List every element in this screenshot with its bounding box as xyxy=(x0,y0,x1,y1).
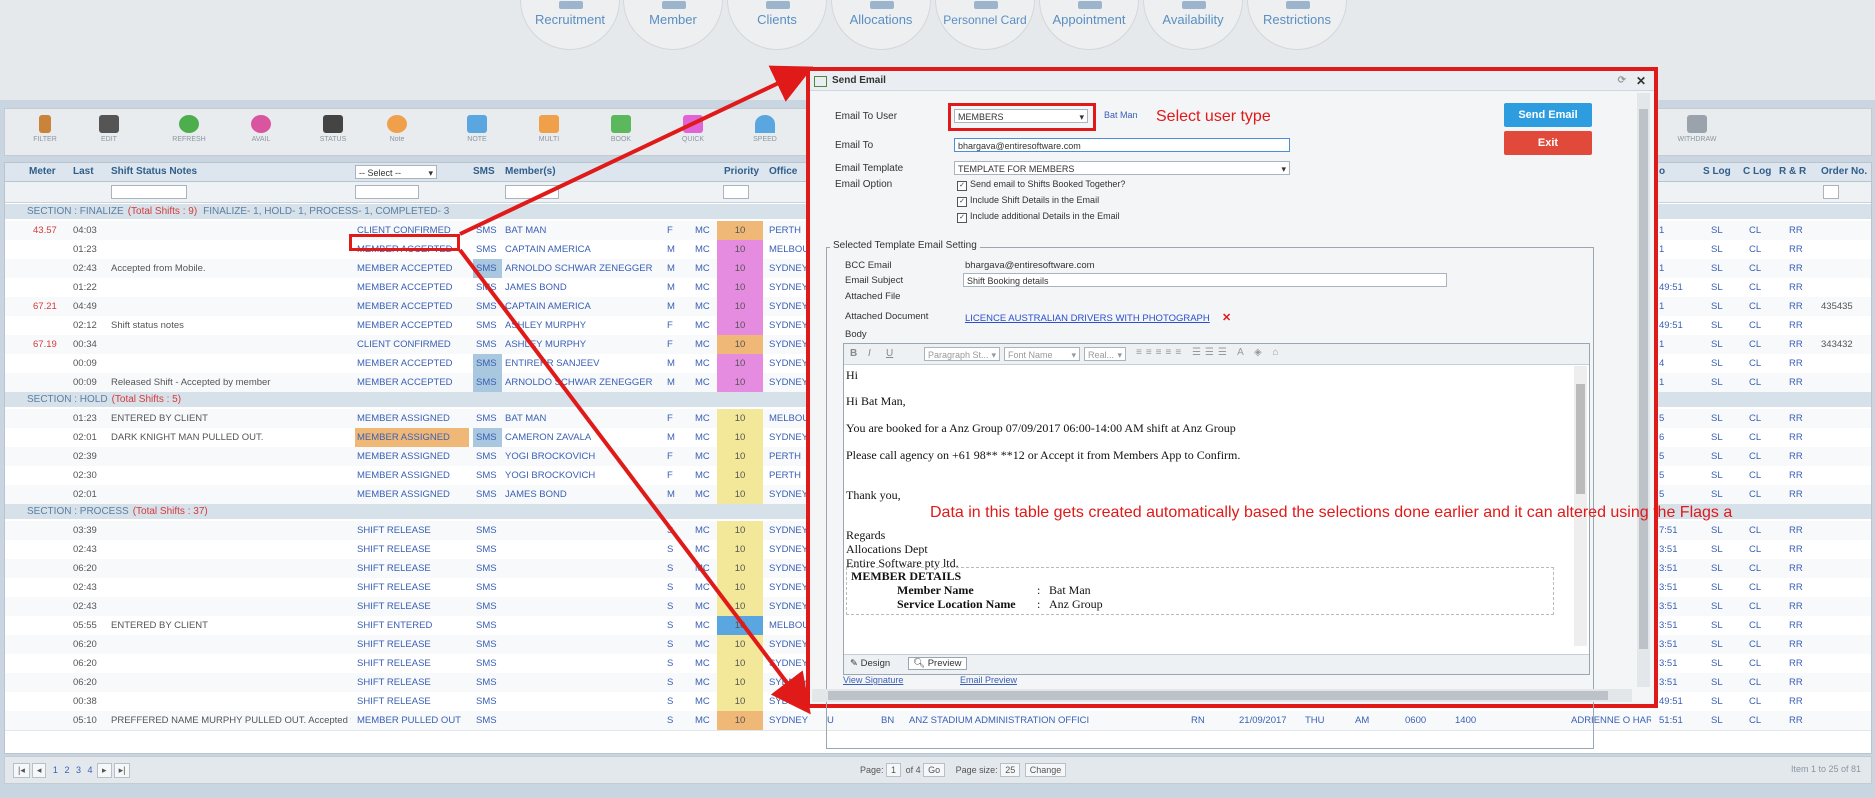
fieldset-legend: Selected Template Email Setting xyxy=(830,240,980,251)
email-to-label: Email To xyxy=(835,140,874,151)
editor-mode-tabs: ✎ Design 🔍︎ Preview xyxy=(844,654,1589,674)
highlight-user-type xyxy=(948,103,1096,131)
service-location-key: Service Location Name xyxy=(897,597,1016,611)
design-tab[interactable]: ✎ Design xyxy=(850,658,890,669)
member-details-table: MEMBER DETAILS Member Name : Bat Man Ser… xyxy=(846,567,1554,615)
arrow-to-modal-top xyxy=(459,65,814,236)
body-line: Thank you, xyxy=(846,488,901,502)
paragraph-style-select[interactable]: Paragraph St... xyxy=(924,347,1000,361)
member-details-title: MEMBER DETAILS xyxy=(851,569,962,583)
member-name-key: Member Name xyxy=(897,583,974,597)
arrow-to-modal-bottom xyxy=(458,248,811,715)
exit-button[interactable]: Exit xyxy=(1504,131,1592,155)
send-email-button[interactable]: Send Email xyxy=(1504,103,1592,127)
option-label-1: Send email to Shifts Booked Together? xyxy=(970,179,1126,189)
bcc-label: BCC Email xyxy=(845,260,892,271)
body-line: Hi xyxy=(846,368,858,382)
attached-document-label: Attached Document xyxy=(845,311,929,322)
option-label-2: Include Shift Details in the Email xyxy=(970,195,1100,205)
send-email-dialog: Send Email ⟳ ✕ Email To User MEMBERS Bat… xyxy=(806,67,1658,749)
email-preview-link[interactable]: Email Preview xyxy=(960,675,1017,685)
close-icon[interactable]: ✕ xyxy=(1636,71,1646,91)
bcc-value: bhargava@entiresoftware.com xyxy=(965,260,1095,271)
dialog-vertical-scrollbar[interactable] xyxy=(1637,93,1650,687)
service-location-value: Anz Group xyxy=(1049,597,1103,611)
dialog-title: Send Email xyxy=(832,75,886,86)
body-line: You are booked for a Anz Group 07/09/201… xyxy=(846,421,1236,435)
email-template-select[interactable]: TEMPLATE FOR MEMBERS xyxy=(954,161,1290,175)
dialog-horizontal-scrollbar[interactable] xyxy=(812,689,1632,702)
view-signature-link[interactable]: View Signature xyxy=(843,675,903,685)
email-template-label: Email Template xyxy=(835,163,904,174)
body-line: Please call agency on +61 98** **12 or A… xyxy=(846,448,1241,462)
option-checkbox-1[interactable]: ✓ xyxy=(957,181,967,191)
option-label-3: Include additional Details in the Email xyxy=(970,211,1120,221)
member-name-value: Bat Man xyxy=(1049,583,1091,597)
font-name-select[interactable]: Font Name xyxy=(1004,347,1080,361)
option-checkbox-2[interactable]: ✓ xyxy=(957,197,967,207)
dialog-title-bar: Send Email ⟳ ✕ xyxy=(810,71,1654,91)
attached-file-label: Attached File xyxy=(845,291,901,302)
remove-attachment-icon[interactable]: ✕ xyxy=(1222,311,1231,324)
body-line: Allocations Dept xyxy=(846,542,928,556)
subject-label: Email Subject xyxy=(845,275,904,286)
underline-button[interactable]: U xyxy=(886,348,893,359)
annotation-select-user: Select user type xyxy=(1156,108,1271,125)
attached-document-link[interactable]: LICENCE AUSTRALIAN DRIVERS WITH PHOTOGRA… xyxy=(965,313,1210,324)
editor-toolbar: B I U Paragraph St... Font Name Real... … xyxy=(844,344,1589,365)
bold-button[interactable]: B xyxy=(850,348,857,359)
font-size-select[interactable]: Real... xyxy=(1084,347,1126,361)
email-to-input[interactable]: bhargava@entiresoftware.com xyxy=(954,138,1290,152)
alignment-icons[interactable]: ≡≡≡≡≡ ☰☰☰ A ◈ ⌂ xyxy=(1136,347,1282,358)
annotation-table-note: Data in this table gets created automati… xyxy=(930,504,1733,521)
option-checkbox-3[interactable]: ✓ xyxy=(957,213,967,223)
body-line: Hi Bat Man, xyxy=(846,394,906,408)
preview-tab[interactable]: 🔍︎ Preview xyxy=(908,657,967,670)
email-option-label: Email Option xyxy=(835,179,893,190)
member-link[interactable]: Bat Man xyxy=(1104,110,1138,120)
body-label: Body xyxy=(845,329,867,340)
email-to-user-label: Email To User xyxy=(835,111,898,122)
italic-button[interactable]: I xyxy=(868,348,871,359)
email-icon xyxy=(814,76,827,87)
body-line: Regards xyxy=(846,528,886,542)
restore-icon[interactable]: ⟳ xyxy=(1618,71,1626,91)
subject-input[interactable]: Shift Booking details xyxy=(963,273,1447,287)
